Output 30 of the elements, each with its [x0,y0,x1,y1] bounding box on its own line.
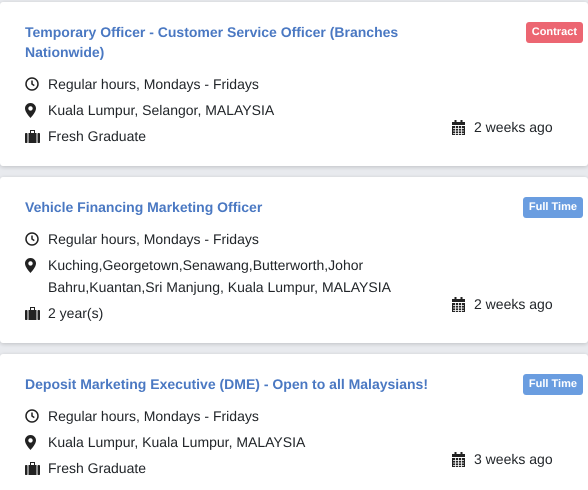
work-hours-text: Regular hours, Mondays - Fridays [48,230,260,249]
clock-icon [25,232,39,246]
clock-icon [25,77,39,91]
job-title-link[interactable]: Deposit Marketing Executive (DME) - Open to all Malaysians! [25,374,465,394]
experience-text: 2 year(s) [48,304,104,323]
work-hours-text: Regular hours, Mondays - Fridays [48,407,260,426]
posted-date-text: 2 weeks ago [474,118,553,137]
work-hours-text: Regular hours, Mondays - Fridays [48,75,260,94]
experience-text: Fresh Graduate [48,127,148,146]
briefcase-icon [25,462,40,474]
job-type-badge: Full Time [522,197,583,218]
job-title-link[interactable]: Temporary Officer - Customer Service Officer (Branches Nationwide) [25,22,465,62]
experience-text: Fresh Graduate [48,459,148,478]
job-type-badge: Contract [526,22,583,43]
location-text: Kuala Lumpur, Selangor, MALAYSIA [48,101,276,120]
calendar-icon [452,452,465,466]
job-title-link[interactable]: Vehicle Financing Marketing Officer [25,197,465,217]
calendar-icon [452,120,465,134]
map-pin-icon [25,102,36,118]
map-pin-icon [25,434,36,450]
posted-date-text: 3 weeks ago [474,450,553,469]
location-text: Kuching,Georgetown,Senawang,Butterworth,Johor Bahru,Kuantan,Sri Manjung, Kuala Lumpur, MALAYSIA [48,256,392,297]
posted-date-text: 2 weeks ago [474,295,553,314]
job-type-badge: Full Time [522,374,583,395]
briefcase-icon [25,130,40,142]
map-pin-icon [25,258,36,272]
location-text: Kuala Lumpur, Kuala Lumpur, MALAYSIA [48,433,306,452]
briefcase-icon [25,306,40,320]
calendar-icon [452,296,465,312]
clock-icon [25,409,39,423]
